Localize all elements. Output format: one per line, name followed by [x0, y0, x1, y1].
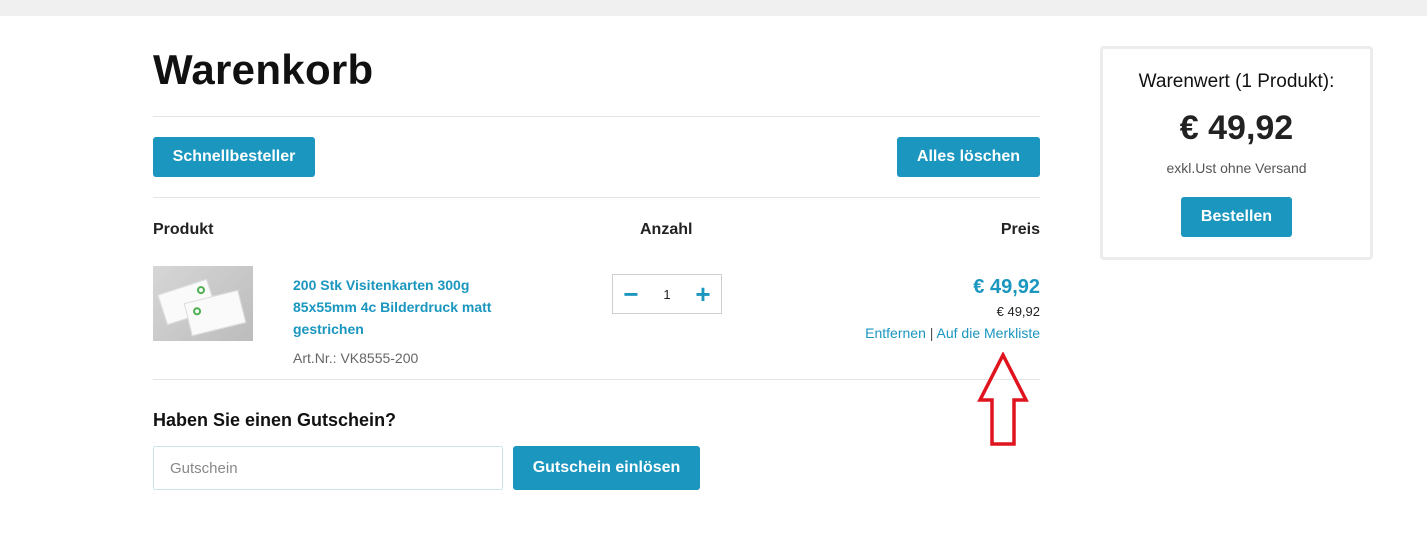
order-button[interactable]: Bestellen	[1181, 197, 1292, 237]
annotation-arrow-icon	[977, 352, 1029, 446]
business-cards-icon[interactable]	[153, 266, 253, 341]
item-actions: Entfernen | Auf die Merkliste	[865, 325, 1040, 341]
column-header-price: Preis	[1000, 221, 1040, 238]
divider	[153, 197, 1040, 198]
article-number: Art.Nr.: VK8555-200	[293, 350, 419, 366]
remove-link[interactable]: Entfernen	[865, 325, 926, 341]
arrow-shape	[977, 352, 1029, 446]
product-name-link[interactable]: 200 Stk Visitenkarten 300g 85x55mm 4c Bi…	[293, 274, 523, 340]
top-bar	[0, 0, 1427, 16]
redeem-voucher-button[interactable]: Gutschein einlösen	[513, 446, 700, 490]
quick-order-button[interactable]: Schnellbesteller	[153, 137, 315, 177]
logo-mark	[192, 306, 202, 317]
summary-note: exkl.Ust ohne Versand	[1166, 160, 1307, 176]
divider	[153, 116, 1040, 117]
order-summary: Warenwert (1 Produkt): € 49,92 exkl.Ust …	[1100, 46, 1373, 260]
column-header-product: Produkt	[153, 221, 214, 238]
column-header-quantity: Anzahl	[640, 221, 693, 238]
clear-all-button[interactable]: Alles löschen	[897, 137, 1040, 177]
plus-icon[interactable]: +	[685, 275, 721, 313]
minus-icon[interactable]: −	[613, 275, 649, 313]
page-title: Warenkorb	[153, 46, 374, 93]
quantity-stepper: − 1 +	[612, 274, 722, 314]
voucher-title: Haben Sie einen Gutschein?	[153, 410, 397, 430]
item-price: € 49,92	[973, 276, 1040, 298]
summary-label: Warenwert (1 Produkt):	[1138, 71, 1335, 92]
wishlist-link[interactable]: Auf die Merkliste	[937, 325, 1040, 341]
summary-total: € 49,92	[1179, 109, 1294, 147]
quantity-value[interactable]: 1	[649, 275, 685, 313]
logo-mark	[195, 285, 207, 296]
voucher-input[interactable]	[153, 446, 503, 490]
link-separator: |	[929, 325, 934, 341]
divider	[153, 379, 1040, 380]
item-unit-price: € 49,92	[996, 304, 1040, 319]
